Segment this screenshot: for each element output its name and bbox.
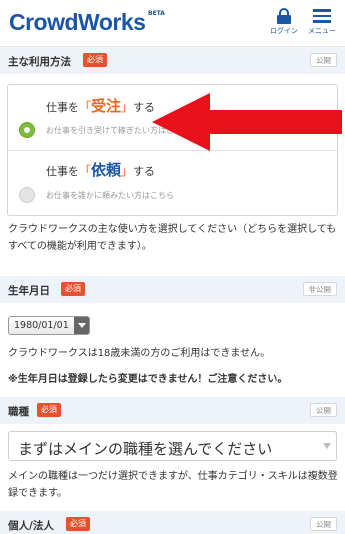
section-usage: 主な利用方法 必須 公開: [0, 47, 345, 74]
menu-label: メニュー: [308, 27, 336, 35]
birthdate-value: 1980/01/01: [14, 320, 69, 331]
visibility-badge: 公開: [310, 53, 337, 67]
birthdate-help-text: クラウドワークスは18歳未満の方のご利用はできません。: [8, 348, 271, 359]
login-label: ログイン: [270, 27, 298, 35]
visibility-badge: 公開: [310, 403, 337, 417]
beta-label: BETA: [148, 10, 165, 17]
job-help-text: メインの職種は一つだけ選択できますが、仕事カテゴリ・スキルは複数登録できます。: [8, 471, 338, 499]
login-button[interactable]: ログイン: [267, 8, 301, 36]
option-request-keyword: 依頼: [91, 161, 122, 179]
required-badge: 必須: [61, 282, 85, 296]
section-title: 生年月日: [8, 285, 50, 297]
section-title: 個人/法人: [8, 520, 54, 532]
section-entity: 個人/法人 必須 公開: [0, 511, 345, 534]
crowdworks-logo[interactable]: CrowdWorks: [9, 9, 146, 36]
option-order-keyword: 受注: [91, 97, 122, 115]
job-select[interactable]: まずはメインの職種を選んでください: [8, 431, 337, 461]
menu-button[interactable]: メニュー: [305, 8, 339, 36]
chevron-down-icon: [74, 317, 89, 334]
chevron-down-icon: [323, 443, 331, 449]
hamburger-icon: [313, 8, 331, 24]
app-header: CrowdWorks BETA ログイン メニュー: [0, 0, 345, 47]
section-title: 職種: [8, 406, 29, 418]
radio-order[interactable]: [19, 122, 35, 138]
section-birthdate: 生年月日 必須 非公開: [0, 276, 345, 303]
option-request-sub: お仕事を誰かに頼みたい方はこちら: [46, 191, 174, 200]
required-badge: 必須: [37, 403, 61, 417]
usage-help-text: クラウドワークスの主な使い方を選択してください（どちらを選択してもすべての機能が…: [8, 224, 337, 252]
job-select-value: まずはメインの職種を選んでください: [18, 440, 273, 458]
option-order-label[interactable]: 仕事を「受注」する: [46, 95, 155, 116]
birthdate-warning: ※生年月日は登録したら変更はできません！ご注意ください。: [8, 374, 288, 385]
lock-icon: [277, 8, 291, 24]
annotation-arrow-icon: [152, 93, 342, 151]
section-job: 職種 必須 公開: [0, 397, 345, 424]
required-badge: 必須: [83, 53, 107, 67]
radio-request[interactable]: [19, 187, 35, 203]
option-request-label[interactable]: 仕事を「依頼」する: [46, 159, 155, 180]
required-badge: 必須: [66, 517, 90, 531]
visibility-badge: 非公開: [302, 282, 337, 296]
birthdate-select[interactable]: 1980/01/01: [8, 316, 90, 335]
section-title: 主な利用方法: [8, 56, 71, 68]
visibility-badge: 公開: [310, 517, 337, 531]
